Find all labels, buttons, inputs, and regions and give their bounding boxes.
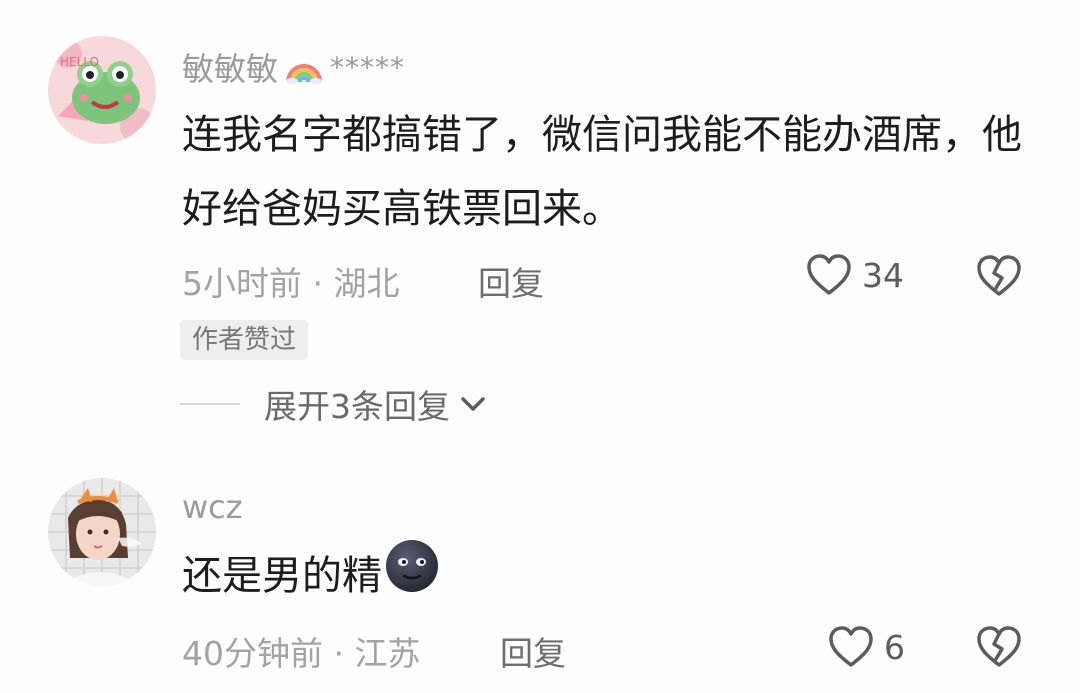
- heart-outline-icon: [828, 625, 874, 669]
- avatar[interactable]: HELLO: [48, 36, 156, 144]
- chevron-down-icon: [458, 394, 488, 414]
- username[interactable]: wcz: [182, 488, 243, 526]
- like-button[interactable]: 6: [828, 625, 905, 669]
- dislike-button[interactable]: [976, 625, 1022, 673]
- comment-meta: 40分钟前 · 江苏: [182, 634, 421, 673]
- like-count: 6: [884, 627, 905, 667]
- expand-replies-label: 展开3条回复: [264, 387, 450, 426]
- heart-outline-icon: [806, 253, 852, 297]
- like-button[interactable]: 34: [806, 253, 904, 297]
- svg-text:HELLO: HELLO: [60, 55, 99, 69]
- rainbow-emoji-icon: [284, 50, 324, 84]
- like-count: 34: [862, 255, 904, 295]
- broken-heart-icon: [976, 625, 1022, 669]
- broken-heart-icon: [976, 254, 1022, 298]
- username-suffix: *****: [330, 50, 406, 84]
- comment-text-content: 还是男的精: [182, 553, 382, 599]
- expand-replies-button[interactable]: 展开3条回复: [180, 380, 488, 428]
- comment-item: HELLO 敏敏敏 ***** 连我名字都搞错了，微信问我能不能办酒席，他好给爸…: [0, 0, 1080, 440]
- username-text: wcz: [182, 488, 243, 526]
- dislike-button[interactable]: [976, 254, 1022, 302]
- reply-button[interactable]: 回复: [478, 257, 544, 305]
- new-moon-face-emoji-icon: [384, 538, 440, 618]
- username-text: 敏敏敏: [182, 50, 279, 88]
- avatar[interactable]: [48, 478, 156, 586]
- username[interactable]: 敏敏敏 *****: [182, 44, 405, 90]
- comment-text: 还是男的精: [182, 538, 1022, 618]
- author-liked-badge: 作者赞过: [180, 320, 309, 360]
- reply-button[interactable]: 回复: [500, 627, 566, 675]
- comment-item: wcz 还是男的精 40分钟前 · 江苏 回复 6: [0, 440, 1080, 693]
- divider-line: [180, 403, 240, 405]
- comment-meta: 5小时前 · 湖北: [182, 264, 400, 303]
- comment-text: 连我名字都搞错了，微信问我能不能办酒席，他好给爸妈买高铁票回来。: [182, 112, 1022, 232]
